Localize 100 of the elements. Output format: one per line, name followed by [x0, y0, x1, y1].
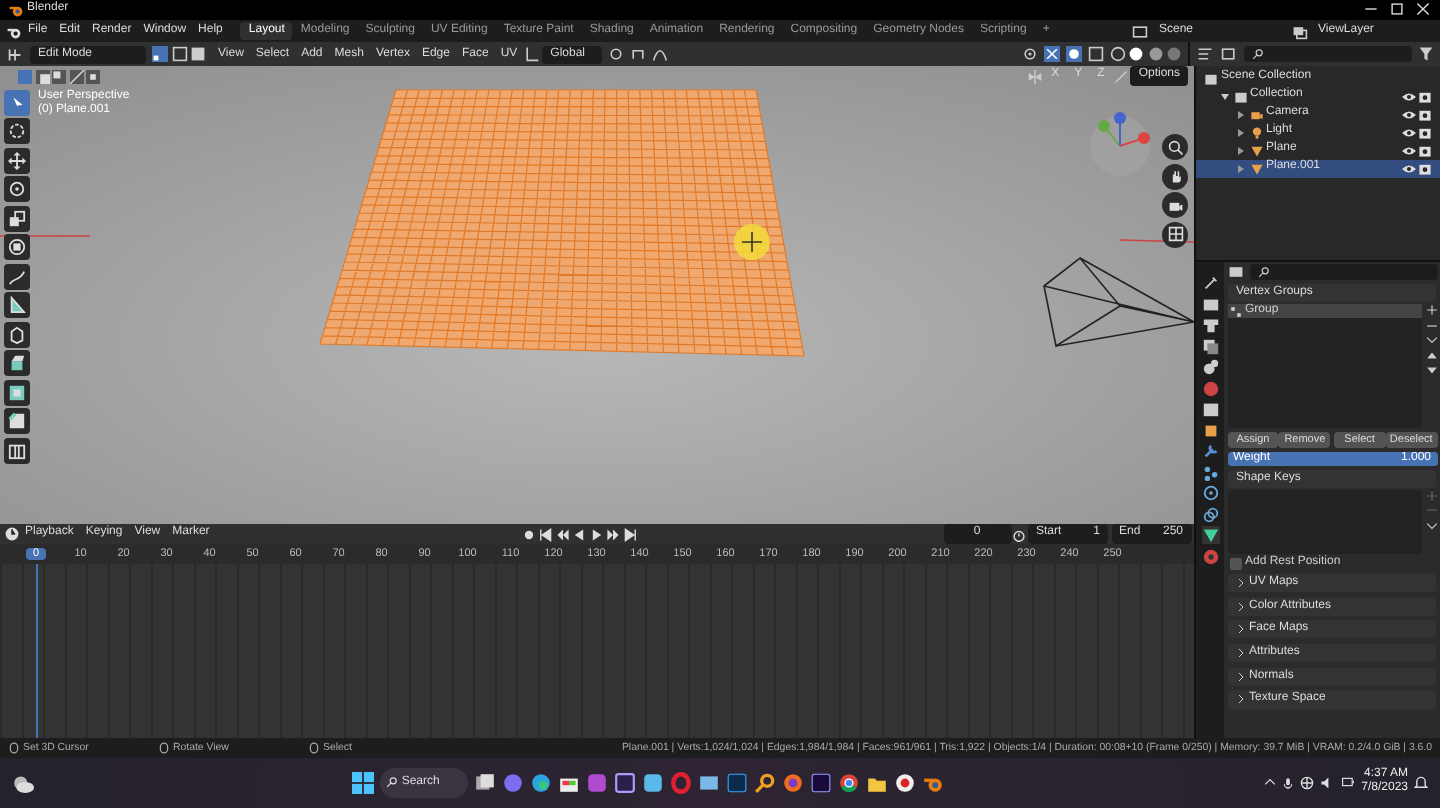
- rendered-shading-icon[interactable]: [1166, 46, 1182, 63]
- expanded-arrow-icon[interactable]: [1220, 91, 1230, 102]
- windows-logo-icon[interactable]: [352, 771, 375, 794]
- search-icon: [1252, 48, 1264, 61]
- globe-icon[interactable]: [1299, 775, 1314, 790]
- cursor-highlight: [734, 224, 770, 261]
- wireframe-shading-icon[interactable]: [1109, 46, 1125, 63]
- vertex-group-icon: [1230, 305, 1242, 318]
- snap-icon[interactable]: [630, 46, 647, 63]
- weather-icon[interactable]: [12, 771, 34, 794]
- photo-app-icon[interactable]: [698, 771, 721, 794]
- overlay-icon[interactable]: [1065, 46, 1081, 63]
- record-icon[interactable]: [894, 771, 917, 794]
- editor-type-icon[interactable]: [1227, 264, 1243, 281]
- pivot-icon[interactable]: [608, 46, 625, 63]
- transform-orientation-icon[interactable]: [523, 46, 540, 63]
- app-icon[interactable]: [810, 771, 833, 794]
- bell-icon[interactable]: [1414, 775, 1429, 790]
- mouse-icon: [158, 741, 170, 754]
- output-tab-icon[interactable]: [1201, 316, 1219, 335]
- speaker-icon[interactable]: [1319, 775, 1334, 790]
- edge-select-icon[interactable]: [171, 46, 187, 63]
- vertex-select-icon[interactable]: [152, 46, 168, 63]
- physics-tab-icon[interactable]: [1201, 484, 1219, 503]
- battery-icon[interactable]: [1339, 776, 1356, 789]
- edge-browser-icon[interactable]: [530, 771, 553, 794]
- grid-icon: [1167, 226, 1183, 243]
- rotate-icon: [7, 180, 25, 199]
- chevron-up-icon[interactable]: [1263, 776, 1276, 789]
- remove-icon[interactable]: [1425, 319, 1437, 332]
- search-field[interactable]: [1244, 46, 1412, 63]
- eye-icon[interactable]: [1401, 89, 1415, 104]
- eye-icon[interactable]: [1401, 125, 1415, 140]
- proportional-edit-icon[interactable]: [652, 46, 669, 63]
- eye-icon[interactable]: [1401, 107, 1415, 122]
- record-icon[interactable]: [521, 527, 536, 542]
- opera-icon[interactable]: [670, 771, 693, 794]
- eye-icon[interactable]: [1401, 143, 1415, 158]
- extrude-tool[interactable]: [3, 350, 29, 377]
- task-view-icon[interactable]: [474, 771, 497, 794]
- mouse-icon: [308, 741, 320, 754]
- filter-icon[interactable]: [1418, 46, 1434, 63]
- wrench-icon[interactable]: [1201, 442, 1219, 461]
- material-shading-icon[interactable]: [1147, 46, 1163, 63]
- clock-icon[interactable]: [3, 526, 19, 543]
- chrome-icon[interactable]: [838, 771, 861, 794]
- rotate-tool[interactable]: [3, 176, 29, 203]
- maximize-icon[interactable]: [1389, 2, 1403, 17]
- microphone-icon[interactable]: [1281, 775, 1294, 790]
- material-sphere-icon[interactable]: [1201, 547, 1219, 566]
- blender-logo-icon[interactable]: [6, 23, 22, 40]
- solid-shading-icon[interactable]: [1128, 46, 1144, 63]
- render-camera-icon[interactable]: [1418, 143, 1432, 158]
- visibility-icon[interactable]: [1021, 46, 1037, 63]
- constraint-tab-icon[interactable]: [1201, 505, 1219, 524]
- display-mode-icon[interactable]: [1196, 46, 1214, 63]
- particles-tab-icon[interactable]: [1201, 463, 1219, 482]
- render-camera-icon[interactable]: [1418, 161, 1432, 176]
- xray-icon[interactable]: [1087, 46, 1103, 63]
- search-field[interactable]: [1249, 264, 1437, 281]
- render-camera-icon[interactable]: [1418, 125, 1432, 140]
- close-icon[interactable]: [1415, 2, 1429, 17]
- ruler-tool[interactable]: [3, 292, 29, 319]
- render-tab-icon[interactable]: [1201, 295, 1219, 314]
- firefox-icon[interactable]: [782, 771, 805, 794]
- chevron-down-icon[interactable]: [1425, 334, 1437, 347]
- cube-icon: [7, 325, 25, 344]
- app-icon[interactable]: [642, 771, 665, 794]
- magnifier-icon[interactable]: [754, 771, 777, 794]
- filter-view-icon[interactable]: [1220, 46, 1238, 63]
- transform-tool[interactable]: [3, 234, 29, 261]
- blender-logo-icon: [8, 1, 24, 18]
- view-layer-tab-icon[interactable]: [1201, 337, 1219, 356]
- stopwatch-icon[interactable]: [1011, 527, 1026, 542]
- cursor-tool[interactable]: [3, 118, 29, 145]
- app-icon[interactable]: [614, 771, 637, 794]
- app-icon[interactable]: [726, 771, 749, 794]
- app-icon[interactable]: [586, 771, 609, 794]
- editor-type-icon[interactable]: [6, 45, 24, 64]
- cursor-icon: [7, 122, 25, 141]
- eye-icon[interactable]: [1401, 161, 1415, 176]
- jump-start-icon[interactable]: [538, 527, 553, 542]
- bevel-icon: [7, 412, 25, 431]
- search-icon: [1257, 266, 1269, 279]
- render-camera-icon[interactable]: [1418, 107, 1432, 122]
- chat-icon[interactable]: [502, 771, 525, 794]
- scene-icon: [1132, 23, 1148, 40]
- object-tab-icon[interactable]: [1201, 421, 1219, 440]
- bevel-tool[interactable]: [3, 408, 29, 435]
- face-select-icon[interactable]: [190, 46, 206, 63]
- mouse-icon: [8, 741, 20, 754]
- extrude-icon: [7, 354, 25, 373]
- triangle-icon[interactable]: [1201, 526, 1219, 545]
- scale-icon: [7, 209, 25, 228]
- gizmo-icon[interactable]: [1043, 46, 1059, 63]
- render-camera-icon[interactable]: [1418, 89, 1432, 104]
- checkbox[interactable]: [1230, 557, 1242, 570]
- chevron-down-icon[interactable]: [1425, 519, 1437, 532]
- jump-end-icon[interactable]: [623, 527, 638, 542]
- collection-tab-icon[interactable]: [1201, 400, 1219, 419]
